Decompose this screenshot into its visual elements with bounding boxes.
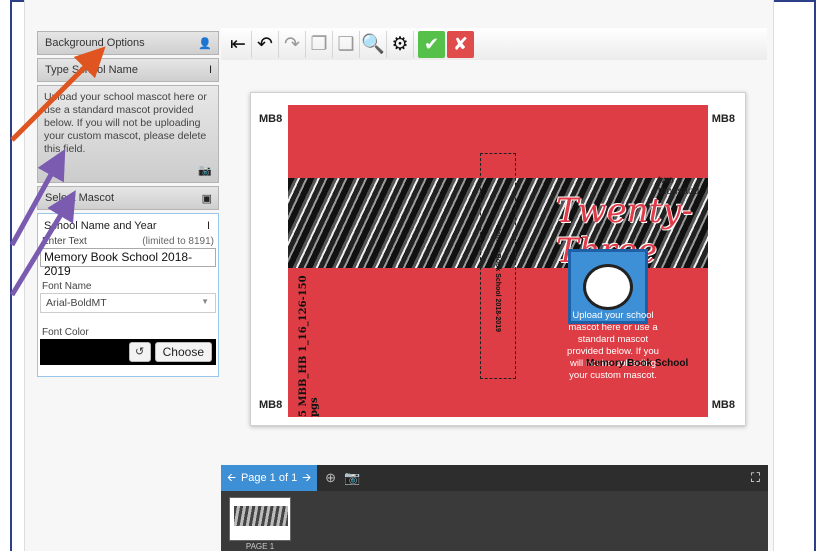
editor-toolbar: ⇤ ↶ ↷ ❐ ❑ 🔍 ⚙ ✔ ✘ [221, 28, 767, 60]
reset-color-button[interactable]: ↺ [128, 342, 151, 362]
page-thumbnail[interactable] [229, 497, 291, 541]
spine-text[interactable]: Memory Book School 2018-2019 [494, 225, 501, 332]
chevron-down-icon: ▼ [201, 297, 209, 306]
select-mascot-label: Select Mascot [45, 192, 115, 204]
text-cursor-icon: I [206, 220, 210, 232]
type-school-name-header[interactable]: Type School Name I [37, 58, 219, 82]
font-color-swatch[interactable]: ↺ Choose [40, 339, 216, 365]
paste-icon[interactable]: ❑ [333, 30, 360, 58]
bulldog-icon [583, 263, 633, 310]
side-code-text: 5 MBB_HB 1_16_126-150 pgs [298, 275, 320, 417]
text-limit-label: (limited to 8191) [142, 236, 214, 247]
search-icon[interactable]: 🔍 [360, 30, 387, 58]
page-strip: 🡨 Page 1 of 1 🡪 ⊕ 📷 ⛶ PAGE 1 [221, 465, 768, 551]
font-name-label: Font Name [42, 281, 92, 292]
font-name-value: Arial-BoldMT [46, 297, 107, 309]
mascot-instructions: Upload your school mascot here or use a … [44, 91, 207, 155]
choose-color-button[interactable]: Choose [154, 342, 212, 362]
cancel-icon[interactable]: ✘ [447, 30, 474, 58]
person-image-icon: 👤 [198, 37, 212, 50]
page-thumbnail-label: PAGE 1 [245, 542, 275, 551]
options-panel: Background Options 👤 Type School Name I … [37, 31, 219, 377]
school-name-input[interactable]: Memory Book School 2018-2019 [40, 248, 216, 278]
mascot-upload-text[interactable]: Upload your school mascot here or use a … [563, 310, 663, 382]
thumbnail-preview [234, 506, 288, 526]
next-page-icon[interactable]: 🡪 [302, 469, 311, 488]
add-page-icon[interactable]: ⊕ [325, 470, 336, 486]
page-navigator[interactable]: 🡨 Page 1 of 1 🡪 [221, 465, 318, 491]
school-name-year-label: School Name and Year [44, 220, 157, 232]
check-icon[interactable]: ✔ [418, 30, 445, 58]
mb8-mark-bottom-left: MB8 [259, 399, 283, 411]
camera-icon[interactable]: 📷 [344, 470, 360, 486]
text-options-panel: School Name and Year I Enter Text (limit… [37, 213, 219, 377]
font-color-label: Font Color [42, 327, 89, 338]
copy-icon[interactable]: ❐ [306, 30, 333, 58]
type-school-name-label: Type School Name [45, 64, 138, 76]
exit-icon[interactable]: ⇤ [225, 30, 252, 58]
undo-icon[interactable]: ↶ [252, 30, 279, 58]
enter-text-row: Enter Text (limited to 8191) [40, 236, 216, 247]
mb8-mark-bottom-right: MB8 [711, 399, 735, 411]
background-options-header[interactable]: Background Options 👤 [37, 31, 219, 55]
page-nav-bar: 🡨 Page 1 of 1 🡪 ⊕ 📷 ⛶ [221, 465, 768, 491]
redo-icon[interactable]: ↷ [279, 30, 306, 58]
camera-icon[interactable]: 📷 [198, 165, 212, 178]
image-icon: ▣ [201, 192, 212, 205]
mb8-mark-top-left: MB8 [259, 113, 283, 125]
font-name-select[interactable]: Arial-BoldMT ▼ [40, 293, 216, 313]
text-cursor-icon: I [208, 64, 212, 76]
cover-school-name[interactable]: Memory Book School [586, 358, 688, 369]
page-count-label: Page 1 of 1 [240, 472, 298, 484]
mascot-upload-field[interactable]: Upload your school mascot here or use a … [37, 85, 219, 183]
mb8-mark-top-right: MB8 [711, 113, 735, 125]
prev-page-icon[interactable]: 🡨 [227, 469, 236, 488]
fullscreen-icon[interactable]: ⛶ [751, 470, 760, 486]
school-name-year-header[interactable]: School Name and Year I [40, 218, 216, 234]
background-options-label: Background Options [45, 37, 145, 49]
cover-artwork: Memory Book School 2018-2019 5 MBB_HB 1_… [288, 105, 708, 417]
gear-icon[interactable]: ⚙ [387, 30, 414, 58]
select-mascot-header[interactable]: Select Mascot ▣ [37, 186, 219, 210]
enter-text-label: Enter Text [42, 236, 87, 247]
cover-canvas[interactable]: MB8 MB8 MB8 MB8 Memory Book School 2018-… [250, 92, 746, 426]
